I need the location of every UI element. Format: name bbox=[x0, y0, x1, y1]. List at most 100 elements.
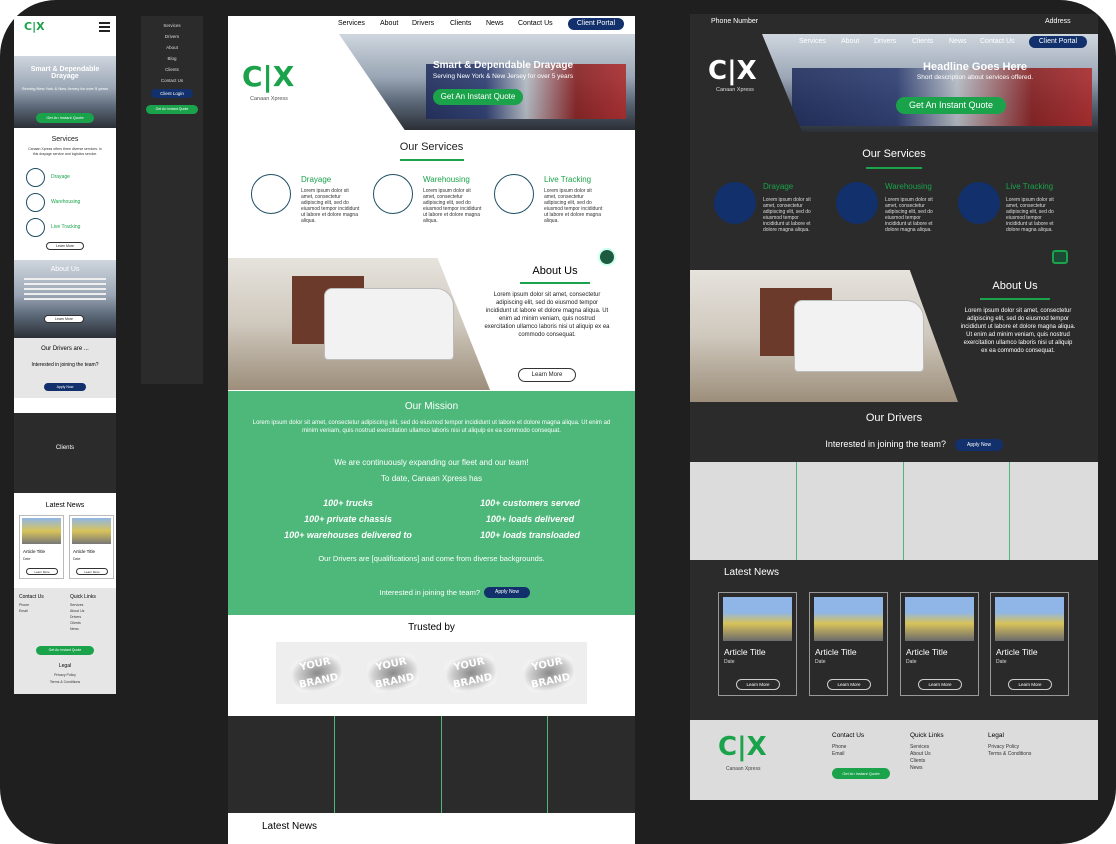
dark-nav-item[interactable]: Clients bbox=[912, 38, 933, 45]
v2-service-name[interactable]: Warehousing bbox=[423, 175, 470, 184]
dark-news-learn-more[interactable]: Learn More bbox=[736, 679, 780, 690]
mobile-footer-email[interactable]: Email bbox=[19, 608, 28, 614]
v2-client-portal-button[interactable]: Client Portal bbox=[568, 18, 624, 30]
dark-nav-item[interactable]: Drivers bbox=[874, 38, 896, 45]
dark-footer-privacy[interactable]: Privacy Policy bbox=[988, 744, 1019, 750]
dark-footer-logo-sub: Canaan Xpress bbox=[726, 766, 761, 772]
dark-news-card[interactable]: Article Title Date Learn More bbox=[990, 592, 1069, 696]
v2-apply-button[interactable]: Apply Now bbox=[484, 587, 530, 598]
mobile-clients-title: Clients bbox=[55, 445, 75, 451]
mobile-footer-quote[interactable]: Get An Instant Quote bbox=[36, 646, 94, 655]
dark-news-learn-more[interactable]: Learn More bbox=[827, 679, 871, 690]
divider bbox=[520, 282, 590, 284]
dark-news-card[interactable]: Article Title Date Learn More bbox=[900, 592, 979, 696]
v2-nav-item[interactable]: Drivers bbox=[412, 20, 434, 27]
dark-footer-link[interactable]: Services bbox=[910, 744, 929, 750]
menu-client-login[interactable]: Client Login bbox=[151, 89, 193, 98]
dark-service-name[interactable]: Live Tracking bbox=[1006, 182, 1053, 191]
divider bbox=[1009, 462, 1010, 560]
dark-logo[interactable]: C|X bbox=[708, 56, 757, 86]
mobile-quote-button[interactable]: Get An Instant Quote bbox=[36, 113, 94, 123]
menu-quote-button[interactable]: Get An Instant Quote bbox=[146, 105, 198, 114]
chat-icon[interactable] bbox=[598, 248, 616, 266]
dark-client-portal-button[interactable]: Client Portal bbox=[1029, 36, 1087, 48]
mobile-footer-terms[interactable]: Terms & Conditions bbox=[14, 679, 116, 685]
dark-footer-link[interactable]: About Us bbox=[910, 751, 931, 757]
menu-item[interactable]: Services bbox=[141, 23, 203, 28]
mobile-apply-button[interactable]: Apply Now bbox=[44, 383, 86, 391]
v2-stat: 100+ loads transloaded bbox=[480, 530, 580, 540]
dark-about-text: Lorem ipsum dolor sit amet, consectetur … bbox=[960, 308, 1076, 354]
dark-nav-item[interactable]: News bbox=[949, 38, 967, 45]
v2-about-learn-more[interactable]: Learn More bbox=[518, 368, 576, 382]
dark-footer-email[interactable]: Email bbox=[832, 751, 845, 757]
dark-nav-item[interactable]: Contact Us bbox=[980, 38, 1015, 45]
v2-hero-image bbox=[338, 34, 635, 130]
mobile-news-learn-more[interactable]: Learn More bbox=[26, 568, 58, 575]
dark-apply-button[interactable]: Apply Now bbox=[955, 439, 1003, 451]
dark-interested: Interested in joining the team? bbox=[825, 439, 946, 449]
menu-item[interactable]: Clients bbox=[141, 67, 203, 72]
dark-footer-terms[interactable]: Terms & Conditions bbox=[988, 751, 1031, 757]
chat-icon[interactable] bbox=[1052, 250, 1068, 264]
dark-article-date: Date bbox=[724, 659, 735, 665]
dark-footer-phone[interactable]: Phone bbox=[832, 744, 846, 750]
dark-footer-legal: Legal bbox=[988, 732, 1004, 739]
mobile-footer-link[interactable]: News bbox=[70, 626, 79, 632]
v2-quote-button[interactable]: Get An Instant Quote bbox=[433, 89, 523, 105]
menu-item[interactable]: Drivers bbox=[141, 34, 203, 39]
v2-logo-area: C|X Canaan Xpress bbox=[228, 32, 338, 130]
dark-service-name[interactable]: Drayage bbox=[763, 182, 793, 191]
mobile-learn-more-button[interactable]: Learn More bbox=[46, 242, 84, 250]
v2-nav-item[interactable]: Contact Us bbox=[518, 20, 553, 27]
v2-logo[interactable]: C|X bbox=[242, 60, 294, 93]
dark-news-card[interactable]: Article Title Date Learn More bbox=[809, 592, 888, 696]
v2-nav-item[interactable]: Services bbox=[338, 20, 365, 27]
mobile-service-tracking[interactable]: Live Tracking bbox=[51, 224, 80, 230]
v2-logo-sub: Canaan Xpress bbox=[250, 96, 288, 102]
mobile-service-drayage[interactable]: Drayage bbox=[51, 174, 70, 180]
dark-quote-button[interactable]: Get An Instant Quote bbox=[896, 97, 1006, 114]
mobile-footer-privacy[interactable]: Privacy Policy bbox=[14, 672, 116, 678]
divider bbox=[400, 159, 464, 161]
v2-nav-item[interactable]: About bbox=[380, 20, 398, 27]
mobile-about-learn-more[interactable]: Learn More bbox=[44, 315, 84, 323]
mobile-news-card[interactable]: Article Title Date Learn More bbox=[19, 515, 64, 579]
dark-footer-logo[interactable]: C|X bbox=[718, 732, 767, 762]
menu-item[interactable]: Contact Us bbox=[141, 78, 203, 83]
mobile-drivers: Our Drivers are ... Interested in joinin… bbox=[14, 338, 116, 398]
mobile-service-warehousing[interactable]: Warehousing bbox=[51, 199, 80, 205]
dark-footer-link[interactable]: Clients bbox=[910, 758, 925, 764]
v2-stat: 100+ private chassis bbox=[304, 514, 392, 524]
mobile-news-learn-more[interactable]: Learn More bbox=[76, 568, 108, 575]
mobile-logo[interactable]: C|X bbox=[24, 20, 45, 33]
v2-service-name[interactable]: Live Tracking bbox=[544, 175, 591, 184]
v2-trusted-title: Trusted by bbox=[408, 622, 455, 633]
v2-service-name[interactable]: Drayage bbox=[301, 175, 331, 184]
home-v2-page: Services About Drivers Clients News Cont… bbox=[228, 16, 635, 844]
dark-footer-quote[interactable]: Get An Instant Quote bbox=[832, 768, 890, 779]
mobile-footer-legal: Legal bbox=[58, 663, 72, 669]
truck-icon bbox=[714, 182, 756, 224]
dark-service-text: Lorem ipsum dolor sit amet, consectetur … bbox=[763, 197, 811, 233]
mobile-hero: Smart & Dependable Drayage Serving New Y… bbox=[14, 56, 116, 128]
hamburger-icon[interactable] bbox=[99, 22, 110, 32]
menu-item[interactable]: About bbox=[141, 45, 203, 50]
dark-nav-item[interactable]: Services bbox=[799, 38, 826, 45]
dark-footer-link[interactable]: News bbox=[910, 765, 923, 771]
mobile-article-date: Date bbox=[73, 557, 81, 561]
mobile-news-title: Latest News bbox=[45, 502, 85, 509]
dark-news-learn-more[interactable]: Learn More bbox=[1008, 679, 1052, 690]
menu-item[interactable]: Blog bbox=[141, 56, 203, 61]
v2-stat: 100+ loads delivered bbox=[485, 514, 575, 524]
dark-nav-item[interactable]: About bbox=[841, 38, 859, 45]
dark-news-card[interactable]: Article Title Date Learn More bbox=[718, 592, 797, 696]
warehouse-icon bbox=[836, 182, 878, 224]
mobile-news-card[interactable]: Article Title Date Learn More bbox=[69, 515, 114, 579]
dark-service-name[interactable]: Warehousing bbox=[885, 182, 932, 191]
v2-nav-item[interactable]: Clients bbox=[450, 20, 471, 27]
v2-nav-item[interactable]: News bbox=[486, 20, 504, 27]
v2-news-title: Latest News bbox=[262, 821, 318, 832]
dark-news-learn-more[interactable]: Learn More bbox=[918, 679, 962, 690]
dark-hero-title: Headline Goes Here bbox=[923, 61, 1027, 73]
